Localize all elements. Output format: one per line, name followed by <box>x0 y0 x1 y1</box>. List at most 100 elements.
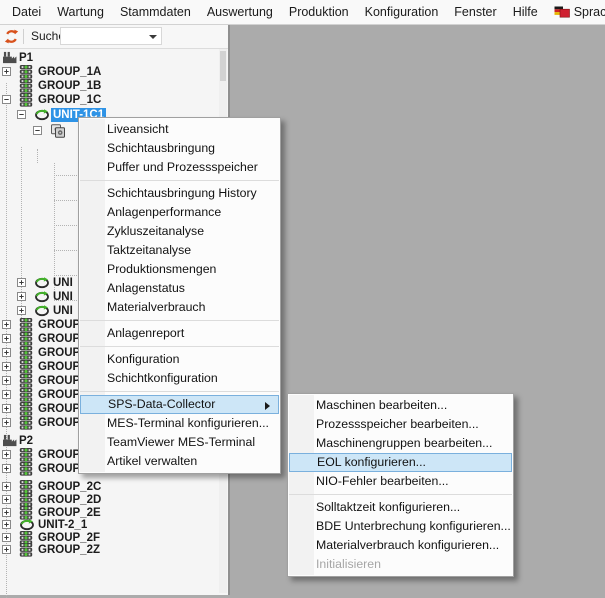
expand-plus-icon[interactable] <box>2 362 11 371</box>
menu-item-anlagenperformance[interactable]: Anlagenperformance <box>80 203 279 222</box>
tree-node-label: GROUP <box>36 374 82 388</box>
menu-item-label: Anlagenstatus <box>107 281 185 295</box>
expand-plus-icon[interactable] <box>2 320 11 329</box>
expand-plus-icon[interactable] <box>2 464 11 473</box>
tree-node-label: GROUP_1C <box>36 93 103 107</box>
machine-group-icon <box>19 416 33 430</box>
expand-plus-icon[interactable] <box>2 348 11 357</box>
tree-node-label: GROUP <box>36 360 82 374</box>
expand-plus-icon[interactable] <box>2 495 11 504</box>
expand-plus-icon[interactable] <box>2 376 11 385</box>
expand-plus-icon[interactable] <box>2 508 11 517</box>
menubar-item-konfiguration[interactable]: Konfiguration <box>357 0 447 25</box>
collapse-minus-icon[interactable] <box>17 110 26 119</box>
tree-row-group-2z[interactable]: GROUP_2Z <box>0 543 228 557</box>
expand-plus-icon[interactable] <box>17 306 26 315</box>
menu-item-label: Anlagenreport <box>107 326 184 340</box>
menu-item-puffer-und-prozessspeicher[interactable]: Puffer und Prozessspeicher <box>80 158 279 177</box>
menu-item-label: Anlagenperformance <box>107 205 221 219</box>
menubar-item-label: Hilfe <box>513 0 538 25</box>
tree-row-p1[interactable]: P1 <box>0 51 228 65</box>
machine-group-icon <box>19 332 33 346</box>
menubar-item-sprache[interactable]: Sprache <box>546 0 605 25</box>
refresh-icon <box>4 29 19 44</box>
menu-item-maschinen-bearbeiten[interactable]: Maschinen bearbeiten... <box>289 396 512 415</box>
expand-plus-icon[interactable] <box>2 390 11 399</box>
menu-separator <box>80 346 279 347</box>
menu-item-label: Artikel verwalten <box>107 454 197 468</box>
menu-item-maschinengruppen-bearbeiten[interactable]: Maschinengruppen bearbeiten... <box>289 434 512 453</box>
unit-icon <box>34 108 50 121</box>
expand-plus-icon[interactable] <box>2 334 11 343</box>
collapse-minus-icon[interactable] <box>2 95 11 104</box>
collapse-minus-icon[interactable] <box>33 126 42 135</box>
menubar-item-wartung[interactable]: Wartung <box>49 0 112 25</box>
menu-item-bde-unterbrechung-konfigurieren[interactable]: BDE Unterbrechung konfigurieren... <box>289 517 512 536</box>
menu-item-teamviewer-mes-terminal[interactable]: TeamViewer MES-Terminal <box>80 433 279 452</box>
menubar-item-label: Datei <box>12 0 41 25</box>
refresh-button[interactable] <box>4 29 19 44</box>
tree-node-label: UNI <box>51 290 75 304</box>
menubar-item-produktion[interactable]: Produktion <box>281 0 357 25</box>
expand-plus-icon[interactable] <box>17 292 26 301</box>
tree-row-group-2d[interactable]: GROUP_2D <box>0 493 228 507</box>
tree-row-group-1a[interactable]: GROUP_1A <box>0 65 228 79</box>
expand-plus-icon[interactable] <box>2 482 11 491</box>
menu-item-nio-fehler-bearbeiten[interactable]: NIO-Fehler bearbeiten... <box>289 472 512 491</box>
expand-plus-icon[interactable] <box>2 533 11 542</box>
menu-item-solltaktzeit-konfigurieren[interactable]: Solltaktzeit konfigurieren... <box>289 498 512 517</box>
menu-item-konfiguration[interactable]: Konfiguration <box>80 350 279 369</box>
menu-item-liveansicht[interactable]: Liveansicht <box>80 120 279 139</box>
tree-row-group-1b[interactable]: GROUP_1B <box>0 79 228 93</box>
unit-icon <box>34 290 50 303</box>
menubar-item-hilfe[interactable]: Hilfe <box>505 0 546 25</box>
menu-item-artikel-verwalten[interactable]: Artikel verwalten <box>80 452 279 471</box>
expand-plus-icon[interactable] <box>2 545 11 554</box>
machine-group-icon <box>19 79 33 93</box>
expand-plus-icon[interactable] <box>2 418 11 427</box>
factory-icon <box>2 51 17 64</box>
tree-row-group-2c[interactable]: GROUP_2C <box>0 480 228 494</box>
tree-node-label: GROUP <box>36 416 82 430</box>
menu-item-eol-konfigurieren[interactable]: EOL konfigurieren... <box>289 453 512 472</box>
menu-item-label: TeamViewer MES-Terminal <box>107 435 255 449</box>
menubar-item-auswertung[interactable]: Auswertung <box>199 0 281 25</box>
menu-item-schichtausbringung[interactable]: Schichtausbringung <box>80 139 279 158</box>
expand-plus-icon[interactable] <box>2 520 11 529</box>
expand-plus-icon[interactable] <box>17 278 26 287</box>
menu-item-zykluszeitanalyse[interactable]: Zykluszeitanalyse <box>80 222 279 241</box>
search-combobox[interactable] <box>60 27 162 45</box>
tree-node-label: UNI <box>51 304 75 318</box>
context-menu: Liveansicht Schichtausbringung Puffer und … <box>78 117 281 474</box>
menu-item-prozessspeicher-bearbeiten[interactable]: Prozessspeicher bearbeiten... <box>289 415 512 434</box>
expand-plus-icon[interactable] <box>2 404 11 413</box>
menu-item-anlagenreport[interactable]: Anlagenreport <box>80 324 279 343</box>
flags-icon <box>554 6 570 18</box>
tree-connector-line <box>37 149 38 163</box>
tree-connector-line <box>54 200 77 201</box>
machine-group-icon <box>19 402 33 416</box>
menubar-item-fenster[interactable]: Fenster <box>446 0 504 25</box>
menu-item-schichtausbringung-history[interactable]: Schichtausbringung History <box>80 184 279 203</box>
menu-item-label: Liveansicht <box>107 122 169 136</box>
menu-item-schichtkonfiguration[interactable]: Schichtkonfiguration <box>80 369 279 388</box>
search-toolbar: Suche: <box>0 25 228 49</box>
tree-node-label: GROUP_1A <box>36 65 103 79</box>
menu-item-label: Puffer und Prozessspeicher <box>107 160 258 174</box>
tree-row-unit-2-1[interactable]: UNIT-2_1 <box>0 518 228 532</box>
menu-item-anlagenstatus[interactable]: Anlagenstatus <box>80 279 279 298</box>
menu-item-produktionsmengen[interactable]: Produktionsmengen <box>80 260 279 279</box>
menu-item-materialverbrauch-konfigurieren[interactable]: Materialverbrauch konfigurieren... <box>289 536 512 555</box>
expand-plus-icon[interactable] <box>2 67 11 76</box>
menu-item-mes-terminal-konfigurieren[interactable]: MES-Terminal konfigurieren... <box>80 414 279 433</box>
menubar-item-label: Wartung <box>57 0 104 25</box>
menu-separator <box>80 320 279 321</box>
menubar-item-datei[interactable]: Datei <box>4 0 49 25</box>
menu-item-sps-data-collector[interactable]: SPS-Data-Collector <box>80 395 279 414</box>
expand-plus-icon[interactable] <box>2 450 11 459</box>
menu-item-label: Schichtkonfiguration <box>107 371 218 385</box>
tree-row-group-1c[interactable]: GROUP_1C <box>0 93 228 107</box>
menu-item-taktzeitanalyse[interactable]: Taktzeitanalyse <box>80 241 279 260</box>
menu-item-materialverbrauch[interactable]: Materialverbrauch <box>80 298 279 317</box>
menubar-item-stammdaten[interactable]: Stammdaten <box>112 0 199 25</box>
